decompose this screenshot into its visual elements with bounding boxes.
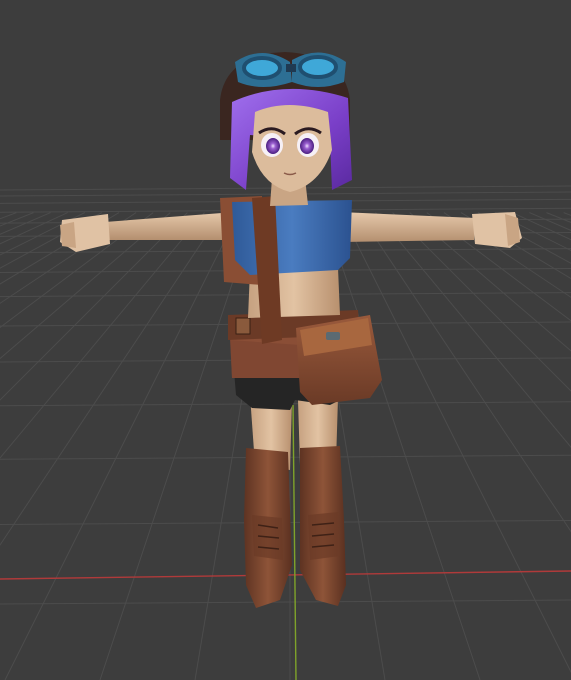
right-arm [340, 212, 522, 248]
grid-line [0, 212, 86, 256]
character-model[interactable] [60, 52, 522, 608]
viewport-canvas[interactable] [0, 0, 571, 680]
grid-line [460, 212, 571, 280]
grid-line [494, 212, 571, 252]
grid-line [0, 212, 223, 546]
grid-line [0, 212, 34, 227]
grid-line [392, 212, 571, 392]
belt-buckle [235, 317, 251, 335]
left-arm [60, 212, 238, 252]
grid-line [357, 212, 571, 533]
grid-line [0, 212, 171, 360]
grid-line [0, 212, 137, 304]
3d-viewport[interactable] [0, 0, 571, 680]
y-axis-line [292, 404, 297, 680]
grid-line [4, 212, 240, 680]
shirt [232, 200, 352, 275]
grid-line [0, 212, 51, 235]
grid-line [323, 212, 481, 680]
grid-line [546, 212, 571, 223]
grid-line [0, 212, 103, 269]
grid-line [529, 212, 571, 231]
belt-pouch [296, 315, 382, 405]
grid-line [0, 599, 571, 605]
grid-line [0, 212, 188, 401]
grid-line [0, 212, 154, 329]
grid-line [99, 212, 257, 680]
right-boot [300, 446, 346, 606]
left-boot [244, 448, 292, 608]
